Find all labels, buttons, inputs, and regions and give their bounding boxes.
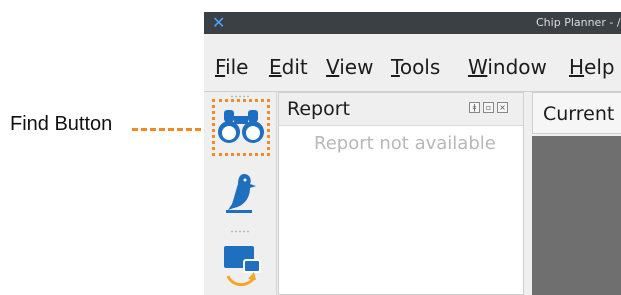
tab-current[interactable]: Current: [532, 92, 621, 134]
close-icon[interactable]: ×: [497, 102, 508, 113]
left-toolbar: [204, 92, 277, 295]
menu-bar: File Edit View Tools Window Help: [204, 34, 621, 92]
menu-edit[interactable]: Edit: [269, 55, 308, 79]
bird-button[interactable]: [214, 168, 268, 216]
menu-file[interactable]: File: [215, 55, 248, 79]
report-title: Report: [287, 98, 350, 120]
title-bar: ✕ Chip Planner - /nf: [204, 12, 621, 34]
callout-leader-line: [132, 128, 210, 131]
report-panel: Report ǂ ▫ × Report not available: [278, 92, 524, 295]
toolbar-grip-2[interactable]: [230, 230, 250, 233]
x-logo-icon: ✕: [212, 13, 226, 32]
find-button-callout-label: Find Button: [10, 113, 113, 135]
monitor-refresh-icon: [224, 246, 261, 286]
find-button-highlight: [212, 99, 270, 156]
bird-icon: [226, 174, 256, 213]
chip-planner-window: ✕ Chip Planner - /nf File Edit View Tool…: [204, 12, 621, 295]
report-empty-message: Report not available: [314, 133, 496, 154]
right-panel: Current: [528, 92, 621, 295]
menu-help[interactable]: Help: [569, 55, 615, 79]
toolbar-grip[interactable]: [230, 95, 250, 98]
float-icon[interactable]: ▫: [483, 102, 494, 113]
layer-button[interactable]: [214, 242, 268, 290]
pin-icon[interactable]: ǂ: [469, 102, 480, 113]
menu-view[interactable]: View: [326, 55, 373, 79]
menu-window[interactable]: Window: [468, 55, 547, 79]
report-panel-header: Report ǂ ▫ ×: [279, 93, 523, 126]
menu-tools[interactable]: Tools: [391, 55, 440, 79]
window-title: Chip Planner - /nf: [536, 16, 621, 29]
chip-canvas[interactable]: [532, 136, 621, 295]
tab-current-label: Current: [543, 103, 615, 125]
